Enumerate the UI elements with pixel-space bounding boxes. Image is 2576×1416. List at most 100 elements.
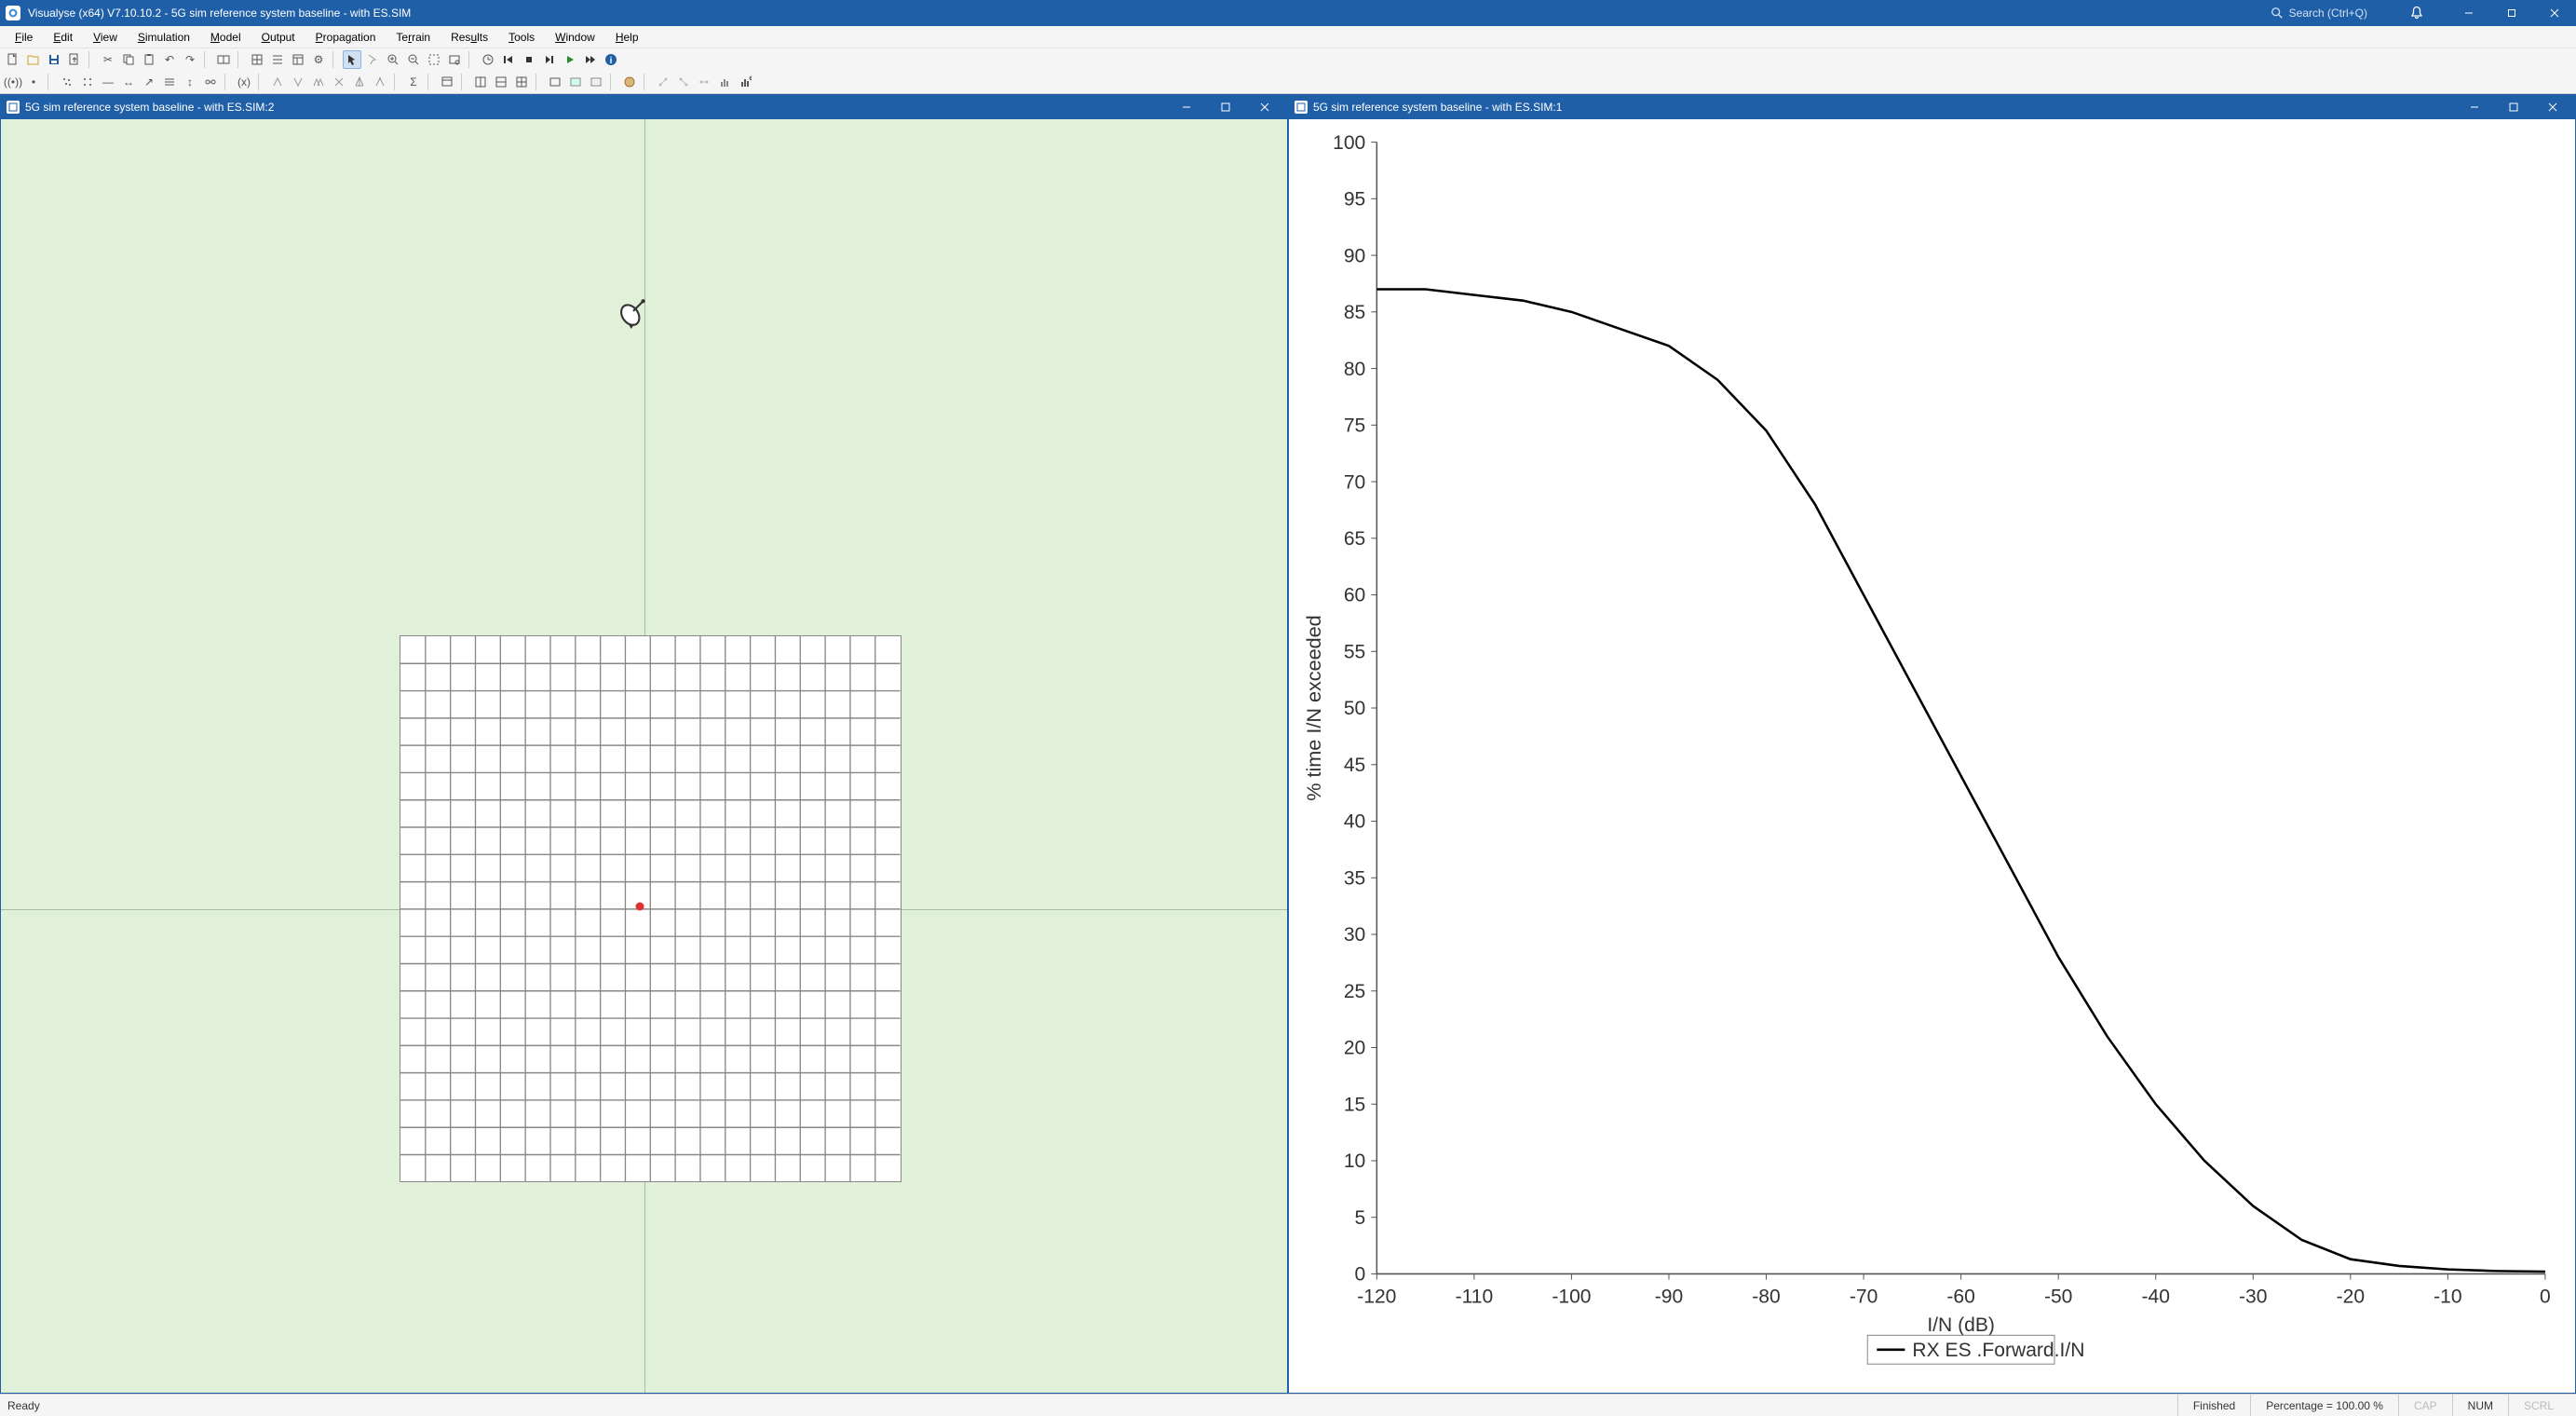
sigma-button[interactable]: Σ xyxy=(404,73,423,91)
beam-cross-tool[interactable] xyxy=(330,73,348,91)
child-minimize-map[interactable] xyxy=(1170,95,1203,119)
zoom-in-button[interactable] xyxy=(384,50,402,69)
rewind-button[interactable] xyxy=(499,50,518,69)
beam-multi-tool[interactable] xyxy=(309,73,328,91)
window-new-button[interactable] xyxy=(438,73,456,91)
search-placeholder: Search (Ctrl+Q) xyxy=(2289,7,2367,20)
svg-text:70: 70 xyxy=(1344,470,1366,493)
zoom-region-button[interactable] xyxy=(445,50,464,69)
duplicate-button[interactable] xyxy=(214,50,233,69)
clock-button[interactable] xyxy=(479,50,497,69)
multi-link-tool[interactable] xyxy=(160,73,179,91)
menu-output[interactable]: Output xyxy=(252,29,305,46)
menu-window[interactable]: Window xyxy=(546,29,604,46)
connect-1-button[interactable] xyxy=(654,73,672,91)
list-button[interactable] xyxy=(268,50,287,69)
close-button[interactable] xyxy=(2533,0,2576,26)
menu-simulation[interactable]: Simulation xyxy=(129,29,199,46)
antenna-tool[interactable]: ((•)) xyxy=(4,73,22,91)
beam-up-tool[interactable] xyxy=(268,73,287,91)
svg-text:20: 20 xyxy=(1344,1036,1366,1058)
menu-terrain[interactable]: Terrain xyxy=(386,29,440,46)
svg-text:-90: -90 xyxy=(1655,1285,1684,1307)
bell-icon xyxy=(2409,6,2424,20)
copy-button[interactable] xyxy=(119,50,138,69)
layout-3-button[interactable] xyxy=(512,73,531,91)
menu-tools[interactable]: Tools xyxy=(499,29,544,46)
grid-button[interactable] xyxy=(248,50,266,69)
map-body[interactable] xyxy=(1,119,1287,1393)
play-button[interactable] xyxy=(561,50,579,69)
chart-settings-button[interactable]: ⚙ xyxy=(736,73,754,91)
svg-text:I/N (dB): I/N (dB) xyxy=(1927,1314,1995,1336)
fast-forward-button[interactable] xyxy=(581,50,600,69)
center-point-marker[interactable] xyxy=(636,902,644,910)
connect-3-button[interactable] xyxy=(695,73,713,91)
menu-model[interactable]: Model xyxy=(201,29,251,46)
menu-results[interactable]: Results xyxy=(441,29,497,46)
table-button[interactable] xyxy=(289,50,307,69)
new-button[interactable] xyxy=(4,50,22,69)
pointer-tool[interactable] xyxy=(343,50,361,69)
beam-down-tool[interactable] xyxy=(289,73,307,91)
menu-propagation[interactable]: Propagation xyxy=(306,29,386,46)
connect-2-button[interactable] xyxy=(674,73,693,91)
child-maximize-map[interactable] xyxy=(1209,95,1242,119)
child-minimize-chart[interactable] xyxy=(2458,95,2491,119)
svg-text:50: 50 xyxy=(1344,697,1366,719)
chart-body[interactable]: 0510152025303540455055606570758085909510… xyxy=(1289,119,2575,1393)
stop-button[interactable] xyxy=(520,50,538,69)
undo-button[interactable]: ↶ xyxy=(160,50,179,69)
globe-button[interactable] xyxy=(620,73,639,91)
svg-text:45: 45 xyxy=(1344,754,1365,776)
minimize-button[interactable] xyxy=(2447,0,2490,26)
menu-file[interactable]: File xyxy=(6,29,42,46)
child-close-map[interactable] xyxy=(1248,95,1281,119)
open-button[interactable] xyxy=(24,50,43,69)
paste-button[interactable] xyxy=(140,50,158,69)
scatter-station-tool[interactable] xyxy=(58,73,76,91)
menu-view[interactable]: View xyxy=(84,29,127,46)
group-tool[interactable] xyxy=(201,73,220,91)
chart-button[interactable] xyxy=(715,73,734,91)
view-1-button[interactable] xyxy=(546,73,564,91)
child-maximize-chart[interactable] xyxy=(2497,95,2530,119)
map-view[interactable] xyxy=(1,119,1287,1393)
menu-help[interactable]: Help xyxy=(606,29,648,46)
child-titlebar-chart[interactable]: 5G sim reference system baseline - with … xyxy=(1289,95,2575,119)
child-close-chart[interactable] xyxy=(2536,95,2569,119)
point-tool[interactable]: • xyxy=(24,73,43,91)
menu-edit[interactable]: Edit xyxy=(44,29,82,46)
layout-1-button[interactable] xyxy=(471,73,490,91)
view-2-button[interactable] xyxy=(566,73,585,91)
save-button[interactable] xyxy=(45,50,63,69)
settings-button[interactable]: ⚙ xyxy=(309,50,328,69)
link-tool[interactable]: — xyxy=(99,73,117,91)
grid-lines xyxy=(400,636,901,1182)
earth-station-icon[interactable] xyxy=(618,297,650,329)
toolbar-row-1: ✂ ↶ ↷ ⚙ i xyxy=(0,48,2576,71)
zoom-fit-button[interactable] xyxy=(425,50,443,69)
updown-tool[interactable]: ↕ xyxy=(181,73,199,91)
export-button[interactable] xyxy=(65,50,84,69)
pan-tool[interactable] xyxy=(363,50,382,69)
status-scrl: SCRL xyxy=(2508,1395,2569,1416)
redo-button[interactable]: ↷ xyxy=(181,50,199,69)
arrow-tool[interactable]: ↔ xyxy=(119,73,138,91)
chart-view[interactable]: 0510152025303540455055606570758085909510… xyxy=(1289,119,2575,1393)
step-button[interactable] xyxy=(540,50,559,69)
grid-station-tool[interactable] xyxy=(78,73,97,91)
cut-button[interactable]: ✂ xyxy=(99,50,117,69)
zoom-out-button[interactable] xyxy=(404,50,423,69)
notifications-button[interactable] xyxy=(2395,0,2438,26)
path-tool[interactable]: ↗ xyxy=(140,73,158,91)
maximize-button[interactable] xyxy=(2490,0,2533,26)
view-3-button[interactable] xyxy=(587,73,605,91)
info-button[interactable]: i xyxy=(602,50,620,69)
variable-tool[interactable]: (x) xyxy=(235,73,253,91)
beam-sat-tool[interactable] xyxy=(371,73,389,91)
layout-2-button[interactable] xyxy=(492,73,510,91)
beam-tri-tool[interactable] xyxy=(350,73,369,91)
search-box[interactable]: Search (Ctrl+Q) xyxy=(2271,7,2367,20)
child-titlebar-map[interactable]: 5G sim reference system baseline - with … xyxy=(1,95,1287,119)
